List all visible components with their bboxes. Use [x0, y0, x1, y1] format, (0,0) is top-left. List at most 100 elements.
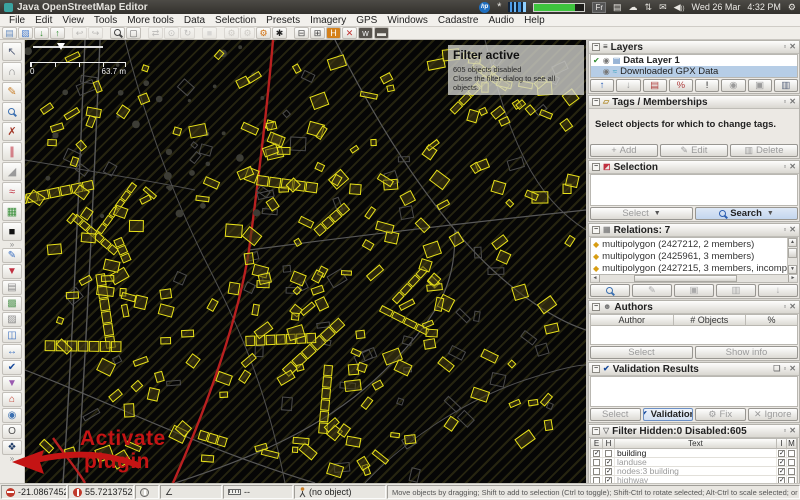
- close-icon[interactable]: ✕: [789, 303, 796, 311]
- wms-button[interactable]: w: [358, 27, 373, 39]
- checkbox[interactable]: [788, 459, 795, 466]
- dock-icon[interactable]: ▫: [783, 427, 786, 435]
- vertical-scrollbar[interactable]: ▲ ▼: [787, 238, 797, 274]
- dock-icon[interactable]: ▫: [783, 163, 786, 171]
- menu-more-tools[interactable]: More tools: [122, 15, 179, 26]
- checkbox[interactable]: ✓: [605, 468, 612, 475]
- layer-down-button[interactable]: ↓: [616, 79, 640, 92]
- selection-list[interactable]: [590, 174, 798, 206]
- zoom-tool[interactable]: [2, 102, 22, 121]
- close-icon[interactable]: ✕: [789, 226, 796, 234]
- weather-icon[interactable]: ☁: [629, 2, 638, 13]
- scroll-up-icon[interactable]: ▲: [788, 238, 797, 247]
- building-tool[interactable]: ⌂: [2, 392, 22, 407]
- layers-list[interactable]: ✔ ◉ ▤ Data Layer 1 ✔ ◉ ≈ Downloaded GPX …: [590, 54, 798, 78]
- popup-icon[interactable]: ❏: [773, 365, 780, 373]
- cadastre-h-button[interactable]: H: [326, 27, 341, 39]
- collapse-icon[interactable]: −: [592, 226, 600, 234]
- filter-table[interactable]: ✓building✓✓landuse✓✓nodes:3 building✓✓hi…: [590, 448, 798, 483]
- dock-icon[interactable]: ▫: [783, 98, 786, 106]
- edit-tag-button[interactable]: ✎ Edit: [660, 144, 728, 157]
- zoom-slider[interactable]: [33, 46, 103, 48]
- area-select-tool[interactable]: ■: [2, 222, 22, 241]
- cadastre-settings-button[interactable]: ⊞: [310, 27, 325, 39]
- validate-tool[interactable]: ✔: [2, 360, 22, 375]
- menu-selection[interactable]: Selection: [210, 15, 261, 26]
- ruler-button[interactable]: ▬: [374, 27, 389, 39]
- imagery-tool[interactable]: ▩: [2, 296, 22, 311]
- validation-select-button[interactable]: Select: [590, 408, 641, 421]
- zoom-slider-knob[interactable]: [57, 43, 65, 50]
- delete-tool[interactable]: ✗: [2, 122, 22, 141]
- scrollbar-thumb[interactable]: [634, 275, 737, 282]
- relation-new-button[interactable]: [590, 284, 630, 297]
- relation-select-button[interactable]: ↓: [758, 284, 798, 297]
- printer-icon[interactable]: ▤: [613, 2, 622, 13]
- new-button[interactable]: ▤: [2, 27, 17, 39]
- relation-item[interactable]: ◆ multipolygon (2425961, 3 members): [591, 250, 787, 262]
- visibility-eye-icon[interactable]: ◉: [603, 68, 610, 76]
- menu-imagery[interactable]: Imagery: [305, 15, 351, 26]
- layer-row-data[interactable]: ✔ ◉ ▤ Data Layer 1: [591, 55, 797, 66]
- hand-button[interactable]: ✱: [272, 27, 287, 39]
- extrude-tool[interactable]: ◢: [2, 162, 22, 181]
- scroll-down-icon[interactable]: ▼: [788, 265, 797, 274]
- toolbar-overflow-icon[interactable]: »: [10, 456, 14, 462]
- dock-icon[interactable]: ▫: [783, 43, 786, 51]
- checkbox[interactable]: [605, 450, 612, 457]
- photo-tool[interactable]: ▨: [2, 312, 22, 327]
- layer-merge-button[interactable]: ▤: [643, 79, 667, 92]
- blank-button[interactable]: ■: [202, 27, 217, 39]
- download-bbox-button[interactable]: ▢: [126, 27, 141, 39]
- dock-icon[interactable]: ▫: [783, 226, 786, 234]
- utils-tool[interactable]: ▤: [2, 280, 22, 295]
- delete-tag-button[interactable]: ▥ Delete: [730, 144, 798, 157]
- scroll-right-icon[interactable]: ►: [788, 275, 797, 282]
- osb-tool[interactable]: O: [2, 424, 22, 439]
- cadastre-grab-button[interactable]: ⊟: [294, 27, 309, 39]
- checkbox[interactable]: [593, 468, 600, 475]
- relation-item[interactable]: ◆ multipolygon (2427215, 3 members, inco…: [591, 262, 787, 274]
- checkbox[interactable]: [788, 468, 795, 475]
- collapse-icon[interactable]: −: [592, 365, 600, 373]
- filter-table-header[interactable]: EHTextIM: [590, 438, 798, 448]
- collapse-icon[interactable]: −: [592, 98, 600, 106]
- relation-duplicate-button[interactable]: ▣: [674, 284, 714, 297]
- filter-expression[interactable]: nodes:3 building: [615, 467, 777, 475]
- checkbox[interactable]: ✓: [778, 468, 785, 475]
- save-tool[interactable]: ◫: [2, 328, 22, 343]
- filter-column-m[interactable]: M: [787, 439, 797, 448]
- collapse-icon[interactable]: −: [592, 163, 600, 171]
- menu-help[interactable]: Help: [519, 15, 550, 26]
- checkbox[interactable]: ✓: [778, 450, 785, 457]
- paste-tags-tool[interactable]: ▼: [2, 264, 22, 279]
- zoom-selection-button[interactable]: [110, 27, 125, 39]
- ignore-button[interactable]: ✕ Ignore: [748, 408, 799, 421]
- system-monitor-icon[interactable]: [508, 2, 526, 12]
- close-icon[interactable]: ✕: [789, 427, 796, 435]
- lasso-tool[interactable]: ∩: [2, 62, 22, 81]
- filter-column-text[interactable]: Text: [615, 439, 777, 448]
- relations-list[interactable]: ◆ multipolygon (2427212, 2 members) ◆ mu…: [591, 238, 787, 274]
- plugin-activate-button[interactable]: ❖: [2, 440, 22, 455]
- relation-item[interactable]: ◆ multipolygon (2427212, 2 members): [591, 238, 787, 250]
- filter-column-i[interactable]: I: [777, 439, 787, 448]
- show-info-button[interactable]: Show info: [695, 346, 798, 359]
- menu-tools[interactable]: Tools: [89, 15, 122, 26]
- relation-edit-button[interactable]: ✎: [632, 284, 672, 297]
- checkbox[interactable]: [788, 450, 795, 457]
- menu-edit[interactable]: Edit: [30, 15, 57, 26]
- close-icon[interactable]: ✕: [789, 43, 796, 51]
- menu-gps[interactable]: GPS: [351, 15, 382, 26]
- layer-up-button[interactable]: ↑: [590, 79, 614, 92]
- dock-icon[interactable]: ▫: [783, 303, 786, 311]
- menu-file[interactable]: File: [4, 15, 30, 26]
- improve-accuracy-tool[interactable]: ≈: [2, 182, 22, 201]
- filter-expression[interactable]: building: [615, 449, 777, 457]
- tool1-button[interactable]: ⚙: [224, 27, 239, 39]
- fix-button[interactable]: ⚙ Fix: [695, 408, 746, 421]
- filter-column-e[interactable]: E: [591, 439, 603, 448]
- upload-button[interactable]: ↑: [50, 27, 65, 39]
- dock-icon[interactable]: ▫: [783, 365, 786, 373]
- collapse-icon[interactable]: −: [592, 43, 600, 51]
